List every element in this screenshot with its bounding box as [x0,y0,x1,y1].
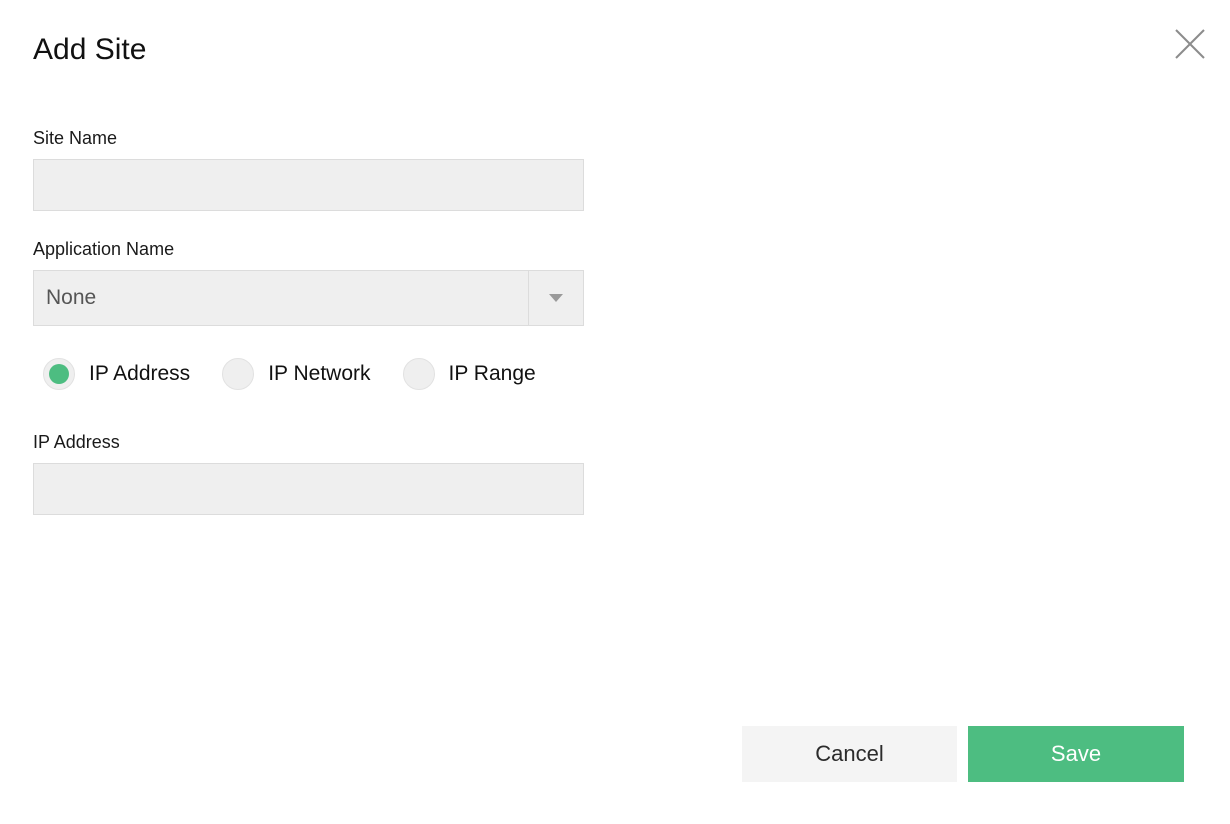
application-name-selected-value: None [34,271,528,325]
ip-address-input[interactable] [33,463,584,515]
chevron-down-icon [549,294,563,302]
radio-icon-ip-address [43,358,75,390]
radio-ip-network[interactable]: IP Network [222,358,370,390]
radio-ip-range[interactable]: IP Range [403,358,536,390]
radio-ip-address[interactable]: IP Address [43,358,190,390]
radio-label-ip-range: IP Range [449,362,536,386]
application-name-select[interactable]: None [33,270,584,326]
radio-label-ip-network: IP Network [268,362,370,386]
site-name-input[interactable] [33,159,584,211]
field-site-name: Site Name [33,126,593,211]
cancel-button[interactable]: Cancel [742,726,957,782]
ip-address-label: IP Address [33,430,593,454]
dialog-footer: Cancel Save [0,726,1230,782]
application-name-label: Application Name [33,237,593,261]
application-name-dropdown-toggle[interactable] [528,271,583,325]
close-button[interactable] [1166,20,1214,68]
radio-icon-ip-range [403,358,435,390]
save-button[interactable]: Save [968,726,1184,782]
field-ip-address: IP Address [33,430,593,515]
field-application-name: Application Name None [33,237,593,326]
page-title: Add Site [33,30,146,70]
site-name-label: Site Name [33,126,593,150]
close-icon [1173,27,1207,61]
ip-type-radio-group: IP Address IP Network IP Range [43,358,593,390]
add-site-dialog: Add Site Site Name Application Name None [0,0,1230,824]
radio-icon-ip-network [222,358,254,390]
radio-label-ip-address: IP Address [89,362,190,386]
add-site-form: Site Name Application Name None IP Addre… [33,126,593,515]
